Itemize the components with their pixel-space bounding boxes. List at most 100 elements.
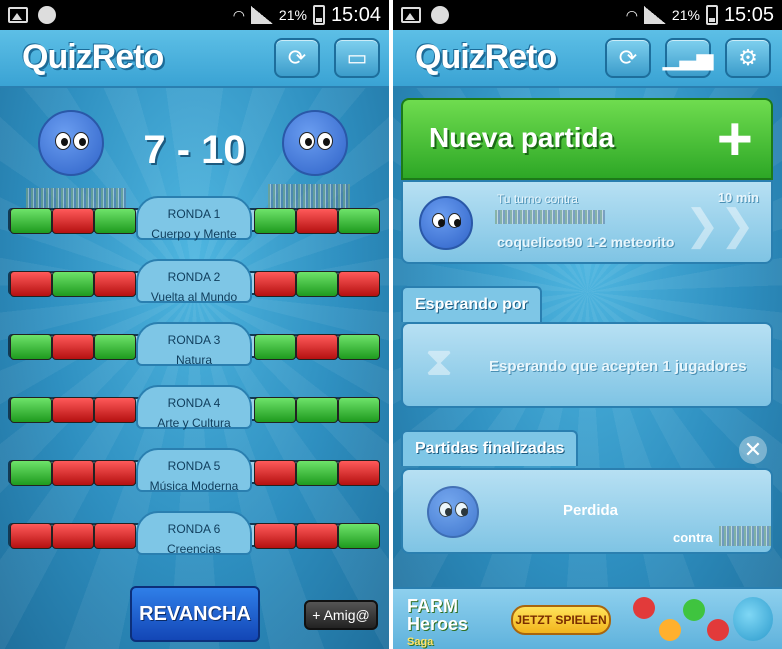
answer-result-opponent[interactable]	[254, 271, 296, 297]
answer-result-player[interactable]	[52, 334, 94, 360]
opponent-name-redacted	[495, 210, 605, 224]
chat-icon: ▭	[346, 45, 368, 70]
opponent-avatar	[419, 196, 473, 250]
battery-icon	[312, 5, 325, 25]
answer-result-opponent[interactable]	[296, 271, 338, 297]
round-row[interactable]: RONDA 4 Arte y Cultura	[8, 385, 380, 443]
round-row[interactable]: RONDA 6 Creencias	[8, 511, 380, 569]
answer-result-player[interactable]	[52, 271, 94, 297]
chat-button[interactable]: ▭	[334, 38, 380, 78]
answer-result-player[interactable]	[10, 460, 52, 486]
hourglass-icon: ⧗	[425, 340, 454, 384]
answer-result-opponent[interactable]	[296, 460, 338, 486]
answer-result-player[interactable]	[52, 523, 94, 549]
answer-result-player[interactable]	[94, 334, 136, 360]
answer-result-opponent[interactable]	[254, 208, 296, 234]
round-label: RONDA 5	[167, 459, 221, 473]
answer-result-opponent[interactable]	[254, 460, 296, 486]
round-label: RONDA 1	[167, 207, 221, 221]
answer-result-player[interactable]	[52, 460, 94, 486]
answer-result-player[interactable]	[94, 460, 136, 486]
opponent-avatar	[427, 486, 479, 538]
answer-result-player[interactable]	[94, 208, 136, 234]
round-tab: RONDA 5 Música Moderna	[136, 448, 252, 493]
your-turn-card[interactable]: Tu turno contra 10 min coquelicot90 1-2 …	[401, 180, 773, 264]
app-logo: QuizReto	[415, 38, 557, 76]
round-tab: RONDA 6 Creencias	[136, 511, 252, 556]
new-game-button[interactable]: Nueva partida +	[401, 98, 773, 180]
answer-result-opponent[interactable]	[338, 271, 380, 297]
finished-tab: Partidas finalizadas	[401, 430, 579, 466]
bar-chart-icon: ▁▃▅	[662, 45, 714, 70]
app-bar: QuizReto ⟳ ▭	[0, 30, 389, 88]
round-category: Vuelta al Mundo	[150, 290, 238, 304]
answer-result-player[interactable]	[52, 208, 94, 234]
round-label: RONDA 4	[167, 396, 221, 410]
settings-button[interactable]: ⚙	[725, 38, 771, 78]
waiting-card[interactable]: ⧗ Esperando que acepten 1 jugadores	[401, 322, 773, 408]
round-row[interactable]: RONDA 2 Vuelta al Mundo	[8, 259, 380, 317]
answer-result-player[interactable]	[94, 271, 136, 297]
answer-result-opponent[interactable]	[338, 460, 380, 486]
new-game-label: Nueva partida	[429, 122, 615, 153]
round-category: Arte y Cultura	[157, 416, 231, 430]
finished-game-card[interactable]: Perdida contra	[401, 468, 773, 554]
battery-percent: 21%	[278, 7, 307, 23]
ad-banner[interactable]: FARM Heroes Saga JETZT SPIELEN	[393, 587, 782, 649]
waiting-tab: Esperando por	[401, 286, 542, 322]
answer-result-player[interactable]	[10, 334, 52, 360]
answer-result-opponent[interactable]	[338, 523, 380, 549]
app-logo: QuizReto	[22, 38, 164, 76]
turn-label: Tu turno contra	[497, 192, 578, 206]
gallery-icon	[401, 7, 421, 23]
answer-result-player[interactable]	[10, 271, 52, 297]
answer-result-opponent[interactable]	[338, 208, 380, 234]
answer-result-opponent[interactable]	[296, 397, 338, 423]
signal-icon	[250, 6, 273, 24]
answer-result-opponent[interactable]	[296, 334, 338, 360]
right-screen: ◠ 21% 15:05 QuizReto ⟳ ▁▃▅ ⚙ Nueva parti…	[393, 0, 782, 649]
ad-logo: FARM Heroes Saga	[407, 596, 469, 648]
answer-result-player[interactable]	[52, 397, 94, 423]
ad-cta-button[interactable]: JETZT SPIELEN	[511, 605, 611, 635]
round-category: Natura	[175, 353, 213, 367]
result-label: Perdida	[563, 502, 619, 519]
answer-result-opponent[interactable]	[254, 397, 296, 423]
refresh-button[interactable]: ⟳	[605, 38, 651, 78]
answer-result-opponent[interactable]	[254, 334, 296, 360]
round-tab: RONDA 3 Natura	[136, 322, 252, 367]
contra-label: contra	[673, 530, 713, 545]
round-category: Cuerpo y Mente	[151, 227, 237, 241]
close-icon[interactable]: ✕	[739, 436, 767, 464]
round-label: RONDA 6	[167, 522, 221, 536]
round-row[interactable]: RONDA 3 Natura	[8, 322, 380, 380]
round-label: RONDA 3	[167, 333, 221, 347]
spotify-icon	[38, 6, 56, 24]
waiting-text: Esperando que acepten 1 jugadores	[489, 358, 747, 375]
round-tab: RONDA 4 Arte y Cultura	[136, 385, 252, 430]
answer-result-player[interactable]	[10, 208, 52, 234]
round-tab: RONDA 2 Vuelta al Mundo	[136, 259, 252, 304]
answer-result-player[interactable]	[94, 397, 136, 423]
left-screen: ◠ 21% 15:04 QuizReto ⟳ ▭ 7 - 10 RONDA 1 C…	[0, 0, 389, 649]
answer-result-player[interactable]	[10, 397, 52, 423]
status-bar: ◠ 21% 15:05	[393, 0, 782, 30]
round-row[interactable]: RONDA 1 Cuerpo y Mente	[8, 196, 380, 254]
refresh-button[interactable]: ⟳	[274, 38, 320, 78]
answer-result-player[interactable]	[94, 523, 136, 549]
answer-result-opponent[interactable]	[338, 397, 380, 423]
status-bar: ◠ 21% 15:04	[0, 0, 389, 30]
round-row[interactable]: RONDA 5 Música Moderna	[8, 448, 380, 506]
answer-result-opponent[interactable]	[254, 523, 296, 549]
rematch-button[interactable]: REVANCHA	[130, 586, 260, 642]
add-friend-button[interactable]: + Amig@	[304, 600, 378, 630]
app-bar: QuizReto ⟳ ▁▃▅ ⚙	[393, 30, 782, 88]
answer-result-opponent[interactable]	[338, 334, 380, 360]
answer-result-opponent[interactable]	[296, 208, 338, 234]
gallery-icon	[8, 7, 28, 23]
spotify-icon	[431, 6, 449, 24]
stats-button[interactable]: ▁▃▅	[662, 38, 714, 78]
answer-result-opponent[interactable]	[296, 523, 338, 549]
answer-result-player[interactable]	[10, 523, 52, 549]
wifi-icon: ◠	[232, 6, 245, 23]
